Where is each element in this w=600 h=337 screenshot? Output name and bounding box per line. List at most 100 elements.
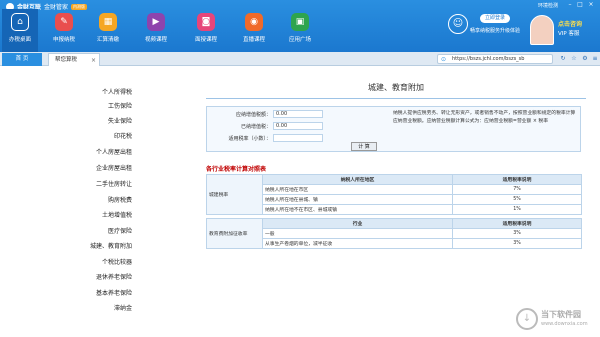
table-row: 纳税人所在地在县城、镇 5%: [207, 194, 582, 205]
table-cell-industry: 从事生产卷烟的单位，减半征收: [262, 238, 453, 249]
sidebar: 个人所得税 工伤保险 失业保险 印花税 个人房屋出租 企业房屋出租 二手住房转让…: [0, 66, 200, 337]
video-course-icon: ▶: [147, 13, 165, 31]
minimize-icon[interactable]: –: [566, 1, 574, 9]
nav-item-apps[interactable]: ▣ 应用广场: [282, 9, 318, 52]
apps-icon: ▣: [291, 13, 309, 31]
sidebar-item-second-hand[interactable]: 二手住房转让: [96, 179, 132, 188]
address-bar[interactable]: ⊙ https://bszs.jchl.com/bszs_sb: [437, 54, 553, 64]
sidebar-item-personal-rent[interactable]: 个人房屋出租: [96, 147, 132, 156]
sidebar-item-late-fee[interactable]: 滞纳金: [114, 303, 132, 312]
page-title: 城建、教育附加: [368, 83, 424, 92]
table-cell-rate: 7%: [452, 184, 582, 195]
star-icon[interactable]: ☆: [569, 54, 579, 64]
vat-input[interactable]: 0.00: [273, 110, 323, 118]
service-avatar: [530, 15, 554, 45]
sidebar-item-injury-insurance[interactable]: 工伤保险: [108, 101, 132, 110]
camera-icon: ◙: [197, 13, 215, 31]
refresh-icon[interactable]: ↻: [558, 54, 568, 64]
top-bar: 金财互联 金财管家 内测版 环境检测 – □ × ⌂ 办税桌面 ✎ 申报纳税 ▦…: [0, 0, 600, 52]
lock-icon: ⊙: [441, 56, 447, 63]
table-header-row: 教育费附加征收率 行业 适用税率说明: [206, 218, 582, 249]
nav-item-classroom[interactable]: ◙ 面授课程: [188, 9, 224, 52]
login-button[interactable]: 立即登录: [480, 14, 510, 23]
vat-label: 应纳增值税额：: [235, 112, 271, 118]
table-cell-rate: 1%: [452, 204, 582, 215]
watermark: ↓ 当下软件园 www.downxia.com: [516, 306, 598, 334]
sidebar-item-unemployment[interactable]: 失业保险: [108, 116, 132, 125]
paid-vat-input[interactable]: 0.00: [273, 122, 323, 130]
table-header-area: 纳税人所在地区: [262, 174, 453, 185]
consult-widget[interactable]: 点击咨询 VIP 客服: [530, 15, 594, 47]
education-fee-table: 教育费附加征收率 行业 适用税率说明 一般 3% 从事生产卷烟的单位，减半征收 …: [206, 218, 582, 249]
watermark-text: 当下软件园: [541, 310, 581, 319]
watermark-logo-icon: ↓: [516, 308, 538, 330]
urban-tax-table: 城建税率 纳税人所在地区 适用税率说明 纳税人所在地在市区 7% 纳税人所在地在…: [206, 174, 582, 215]
sidebar-item-income-tax[interactable]: 个人所得税: [102, 87, 132, 96]
sidebar-item-stamp-tax[interactable]: 印花税: [114, 131, 132, 140]
table-row: 从事生产卷烟的单位，减半征收 3%: [207, 238, 582, 249]
address-url: https://bszs.jchl.com/bszs_sb: [452, 56, 525, 62]
table-row: 一般 3%: [207, 228, 582, 239]
env-check-link[interactable]: 环境检测: [538, 2, 558, 9]
live-icon: ◉: [245, 13, 263, 31]
title-divider: [206, 98, 586, 99]
nav-label: 面授课程: [194, 37, 217, 43]
table-header-industry: 行业: [262, 218, 453, 229]
tools-icon[interactable]: ⚙: [580, 54, 590, 64]
sidebar-item-company-rent[interactable]: 企业房屋出租: [96, 163, 132, 172]
watermark-sub: www.downxia.com: [541, 321, 588, 327]
nav-label: 应用广场: [288, 37, 311, 43]
table-header-rate: 适用税率说明: [452, 174, 582, 185]
nav-item-live[interactable]: ◉ 直播课程: [236, 9, 272, 52]
table-row: 纳税人所在地不在市区、县城或镇 1%: [207, 204, 582, 215]
rate-input[interactable]: [273, 134, 323, 142]
table-cell-area: 纳税人所在地在市区: [262, 184, 453, 195]
maximize-icon[interactable]: □: [576, 1, 584, 9]
sidebar-item-medical[interactable]: 医疗保险: [108, 226, 132, 235]
table-cell-industry: 一般: [262, 228, 453, 239]
paid-vat-label: 已纳增值税：: [240, 124, 271, 130]
nav-item-declare[interactable]: ✎ 申报纳税: [46, 9, 82, 52]
tab-home[interactable]: 首 页: [2, 53, 42, 66]
nav-label: 申报纳税: [52, 37, 75, 43]
table-cell-rate: 5%: [452, 194, 582, 205]
user-icon[interactable]: ☺: [448, 14, 468, 34]
sidebar-item-land-vat[interactable]: 土地增值税: [102, 210, 132, 219]
calc-form: 应纳增值税额： 0.00 已纳增值税： 0.00 适用税率（小数）： 纳税人提供…: [206, 106, 581, 152]
formula-note: 纳税人提供应税劳务、转让无形资产，或者销售不动产，按照营业额和规定的税率计算应纳…: [393, 111, 576, 124]
tab-tax-calc[interactable]: 帮您算税 ×: [48, 53, 100, 66]
table-group-label: 教育费附加征收率: [206, 218, 263, 249]
table-header-row: 城建税率 纳税人所在地区 适用税率说明: [206, 174, 582, 215]
sidebar-item-retire-pension[interactable]: 退休养老保险: [96, 272, 132, 281]
nav-item-video[interactable]: ▶ 视频课程: [138, 9, 174, 52]
calculate-button[interactable]: 计 算: [351, 142, 377, 151]
table-cell-area: 纳税人所在地在县城、镇: [262, 194, 453, 205]
main-content: 城建、教育附加 应纳增值税额： 0.00 已纳增值税： 0.00 适用税率（小数…: [200, 66, 600, 337]
tax-declare-icon: ✎: [55, 13, 73, 31]
table-row: 纳税人所在地在市区 7%: [207, 184, 582, 195]
sidebar-item-basic-pension[interactable]: 基本养老保险: [96, 288, 132, 297]
rate-table-title: 各行业税率计算对照表: [206, 166, 267, 173]
tab-label: 帮您算税: [55, 57, 78, 63]
consult-title: 点击咨询: [558, 21, 583, 28]
table-header-rate: 适用税率说明: [452, 218, 582, 229]
nav-label: 汇算清缴: [96, 37, 119, 43]
table-cell-rate: 3%: [452, 238, 582, 249]
menu-icon[interactable]: ≡: [590, 54, 600, 64]
nav-label: 直播课程: [242, 37, 265, 43]
calculator-icon: ▦: [99, 13, 117, 31]
table-cell-area: 纳税人所在地不在市区、县城或镇: [262, 204, 453, 215]
consult-vip: VIP 客服: [558, 31, 580, 37]
nav-label: 视频课程: [144, 37, 167, 43]
sidebar-item-urban-edu[interactable]: 城建、教育附加: [90, 241, 132, 250]
nav-item-settlement[interactable]: ▦ 汇算清缴: [90, 9, 126, 52]
sidebar-item-tax-compare[interactable]: 个税比较器: [102, 257, 132, 266]
table-group-label: 城建税率: [206, 174, 263, 215]
nav-label: 办税桌面: [8, 37, 31, 43]
tab-strip: 首 页 帮您算税 × ⊙ https://bszs.jchl.com/bszs_…: [0, 52, 600, 66]
login-tip: 畅享纳税服务升级体验: [470, 28, 521, 34]
nav-item-desktop[interactable]: ⌂ 办税桌面: [2, 9, 38, 52]
home-icon: ⌂: [11, 13, 29, 31]
sidebar-item-purchase-fee[interactable]: 购房税费: [108, 195, 132, 204]
close-icon[interactable]: ×: [587, 1, 595, 9]
